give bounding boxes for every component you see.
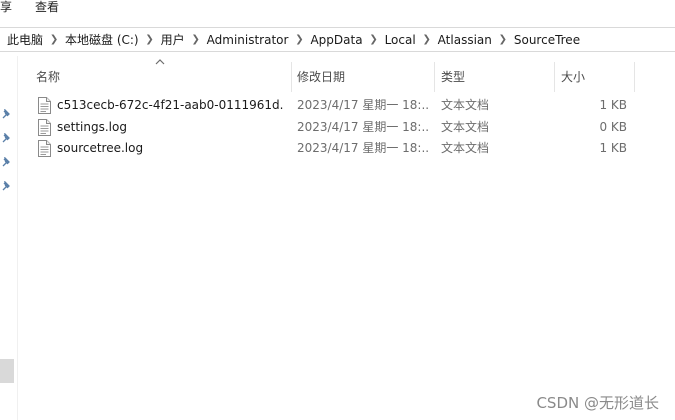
file-type: 文本文档 [441,98,490,112]
pin-icon[interactable] [2,181,12,191]
breadcrumb-this-pc[interactable]: 此电脑 [5,31,45,48]
column-header-modified-label: 修改日期 [297,70,346,84]
chevron-right-icon[interactable]: ❯ [141,34,159,45]
file-type: 文本文档 [441,120,490,134]
file-modified: 2023/4/17 星期一 18:... [297,141,429,155]
pin-icon[interactable] [2,157,12,167]
column-divider[interactable] [291,62,292,92]
column-header-name-label: 名称 [36,70,61,84]
column-header-size-label: 大小 [561,70,586,84]
chevron-right-icon[interactable]: ❯ [290,34,308,45]
watermark: CSDN @无形道长 [536,394,659,412]
breadcrumb: 此电脑 ❯ 本地磁盘 (C:) ❯ 用户 ❯ Administrator ❯ A… [0,28,582,51]
file-row[interactable]: c513cecb-672c-4f21-aab0-0111961d... 2023… [32,95,632,116]
pin-icon[interactable] [2,133,12,143]
breadcrumb-local-disk[interactable]: 本地磁盘 (C:) [63,31,141,48]
pin-icon[interactable] [2,109,12,119]
file-name: settings.log [57,120,127,134]
breadcrumb-atlassian[interactable]: Atlassian [436,33,494,47]
column-header-modified[interactable]: 修改日期 [297,60,433,93]
breadcrumb-appdata[interactable]: AppData [308,33,364,47]
ribbon-tab-share[interactable]: 享 [0,0,12,15]
file-modified: 2023/4/17 星期一 18:... [297,98,429,112]
chevron-right-icon[interactable]: ❯ [418,34,436,45]
nav-scrollbar-thumb[interactable] [0,359,14,383]
file-row[interactable]: settings.log 2023/4/17 星期一 18:... 文本文档 0… [32,117,632,138]
file-name: c513cecb-672c-4f21-aab0-0111961d... [57,98,283,112]
column-divider[interactable] [634,62,635,92]
column-header-type-label: 类型 [441,70,466,84]
file-size: 1 KB [599,98,627,112]
breadcrumb-sourcetree[interactable]: SourceTree [512,33,582,47]
chevron-right-icon[interactable]: ❯ [365,34,383,45]
breadcrumb-users[interactable]: 用户 [159,31,187,48]
file-type: 文本文档 [441,141,490,155]
column-header-size[interactable]: 大小 [561,60,633,93]
breadcrumb-administrator[interactable]: Administrator [205,33,291,47]
column-divider[interactable] [434,62,435,92]
column-header-type[interactable]: 类型 [441,60,553,93]
chevron-right-icon[interactable]: ❯ [45,34,63,45]
address-bar[interactable]: 此电脑 ❯ 本地磁盘 (C:) ❯ 用户 ❯ Administrator ❯ A… [0,27,675,52]
chevron-right-icon[interactable]: ❯ [187,34,205,45]
file-size: 1 KB [599,141,627,155]
navigation-pane [0,56,18,420]
breadcrumb-local[interactable]: Local [383,33,418,47]
file-name: sourcetree.log [57,141,144,155]
file-size: 0 KB [599,120,627,134]
chevron-right-icon[interactable]: ❯ [494,34,512,45]
ribbon-tab-view[interactable]: 查看 [35,0,59,15]
text-file-icon [38,119,51,136]
column-header-name[interactable]: 名称 [36,60,291,93]
text-file-icon [38,97,51,114]
file-row[interactable]: sourcetree.log 2023/4/17 星期一 18:... 文本文档… [32,138,632,159]
file-modified: 2023/4/17 星期一 18:... [297,120,429,134]
ribbon-tabs: 享 查看 [0,0,675,16]
text-file-icon [38,140,51,157]
column-divider[interactable] [554,62,555,92]
